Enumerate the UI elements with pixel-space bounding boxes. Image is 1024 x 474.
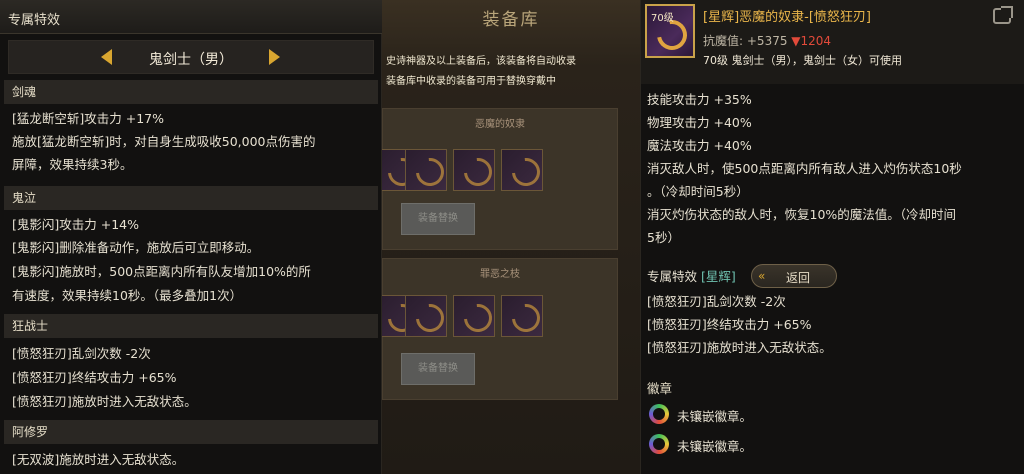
- emblem-slot-text: 未镶嵌徽章。: [677, 409, 753, 424]
- stat-line: 消灭灼伤状态的敌人时，恢复10%的魔法值。（冷却时间: [647, 207, 957, 222]
- panel-header: 专属特效: [0, 0, 382, 34]
- resist-value: 抗魔值: +5375 ▼1204: [703, 32, 831, 49]
- stat-line: 。（冷却时间5秒）: [647, 184, 749, 199]
- equipment-slot[interactable]: [453, 295, 495, 337]
- equipment-slot[interactable]: [453, 149, 495, 191]
- storage-notice-line: 装备库中收录的装备可用于替换穿戴中: [386, 76, 556, 87]
- item-header: 70级 [星辉]恶魔的奴隶-[愤怒狂刃] 抗魔值: +5375 ▼1204 70…: [641, 0, 1024, 84]
- exclusive-effect-line: [愤怒狂刃]施放时进入无敌状态。: [647, 340, 832, 355]
- effect-line: [愤怒狂刃]施放时进入无敌状态。: [12, 394, 197, 409]
- item-icon: 70级: [645, 4, 695, 58]
- effect-line: [愤怒狂刃]乱剑次数 -2次: [12, 346, 151, 361]
- back-button-label: 返回: [786, 271, 811, 285]
- stat-line: 技能攻击力 +35%: [647, 92, 752, 107]
- equipment-slot[interactable]: [405, 149, 447, 191]
- storage-title: 装备库: [482, 10, 540, 30]
- effect-line: [愤怒狂刃]终结攻击力 +65%: [12, 370, 177, 385]
- equipment-slot[interactable]: [405, 295, 447, 337]
- exclusive-effect-line: [愤怒狂刃]乱剑次数 -2次: [647, 294, 786, 309]
- emblem-heading: 徽章: [647, 381, 673, 396]
- exclusive-effect-heading: 专属特效 [星辉]: [647, 266, 736, 285]
- storage-set-card: 罪恶之枝 装备替换: [377, 258, 618, 400]
- double-chevron-left-icon: «: [758, 269, 766, 283]
- share-icon[interactable]: [993, 6, 1013, 24]
- section-header-berserker: 狂战士: [4, 314, 378, 338]
- effect-line: [猛龙断空斩]攻击力 +17%: [12, 111, 164, 126]
- resist-bonus: +5375: [746, 34, 788, 48]
- back-button[interactable]: « 返回: [751, 264, 837, 288]
- stat-line: 消灭敌人时，使500点距离内所有敌人进入灼伤状态10秒: [647, 161, 962, 176]
- chevron-right-icon[interactable]: [269, 49, 280, 65]
- effect-line: [鬼影闪]攻击力 +14%: [12, 217, 139, 232]
- exclusive-tag: [星辉]: [701, 269, 736, 284]
- storage-set-title: 恶魔的奴隶: [475, 119, 525, 130]
- effect-line: [无双波]施放时进入无敌状态。: [12, 452, 185, 467]
- resist-decrease: ▼1204: [791, 34, 832, 48]
- class-name: 鬼剑士（男）: [149, 52, 233, 68]
- emblem-socket-icon: [649, 404, 669, 424]
- stat-line: 5秒）: [647, 230, 680, 245]
- effect-line: 有速度，效果持续10秒。（最多叠加1次）: [12, 288, 243, 303]
- effect-line: [鬼影闪]删除准备动作，施放后可立即移动。: [12, 240, 260, 255]
- usable-classes: 70级 鬼剑士（男），鬼剑士（女）可使用: [703, 54, 902, 67]
- storage-set-title: 罪恶之枝: [480, 269, 520, 280]
- emblem-socket-icon: [649, 434, 669, 454]
- resist-label: 抗魔值:: [703, 34, 744, 48]
- stat-line: 魔法攻击力 +40%: [647, 138, 752, 153]
- stat-line: 物理攻击力 +40%: [647, 115, 752, 130]
- item-name: [星辉]恶魔的奴隶-[愤怒狂刃]: [703, 10, 871, 25]
- effect-line: 屏障，效果持续3秒。: [12, 157, 133, 172]
- exclusive-effect-line: [愤怒狂刃]终结攻击力 +65%: [647, 317, 812, 332]
- equipment-slot[interactable]: [501, 149, 543, 191]
- section-header-sword-soul: 剑魂: [4, 80, 378, 104]
- equipment-storage-window: 装备库 史诗神器及以上装备后，该装备将自动收录 装备库中收录的装备可用于替换穿戴…: [377, 0, 640, 474]
- section-header-asura: 阿修罗: [4, 420, 378, 444]
- panel-title: 专属特效: [8, 13, 61, 28]
- exclusive-effects-panel: 专属特效 鬼剑士（男） 剑魂 [猛龙断空斩]攻击力 +17% 施放[猛龙断空斩]…: [0, 0, 382, 474]
- item-level-badge: 70级: [651, 13, 674, 24]
- storage-notice: 史诗神器及以上装备后，该装备将自动收录 装备库中收录的装备可用于替换穿戴中: [382, 52, 640, 96]
- effect-line: [鬼影闪]施放时，500点距离内所有队友增加10%的所: [12, 264, 311, 279]
- equipment-slot[interactable]: [501, 295, 543, 337]
- class-selector: 鬼剑士（男）: [8, 40, 374, 74]
- equip-replace-button[interactable]: 装备替换: [401, 353, 475, 385]
- equip-replace-button[interactable]: 装备替换: [401, 203, 475, 235]
- item-tooltip-panel: 70级 [星辉]恶魔的奴隶-[愤怒狂刃] 抗魔值: +5375 ▼1204 70…: [640, 0, 1024, 474]
- storage-notice-line: 史诗神器及以上装备后，该装备将自动收录: [386, 56, 576, 67]
- exclusive-label: 专属特效: [647, 269, 698, 284]
- storage-set-card: 恶魔的奴隶 装备替换: [377, 108, 618, 250]
- effect-line: 施放[猛龙断空斩]时，对自身生成吸收50,000点伤害的: [12, 134, 316, 149]
- emblem-slot-text: 未镶嵌徽章。: [677, 439, 753, 454]
- section-header-soul-bender: 鬼泣: [4, 186, 378, 210]
